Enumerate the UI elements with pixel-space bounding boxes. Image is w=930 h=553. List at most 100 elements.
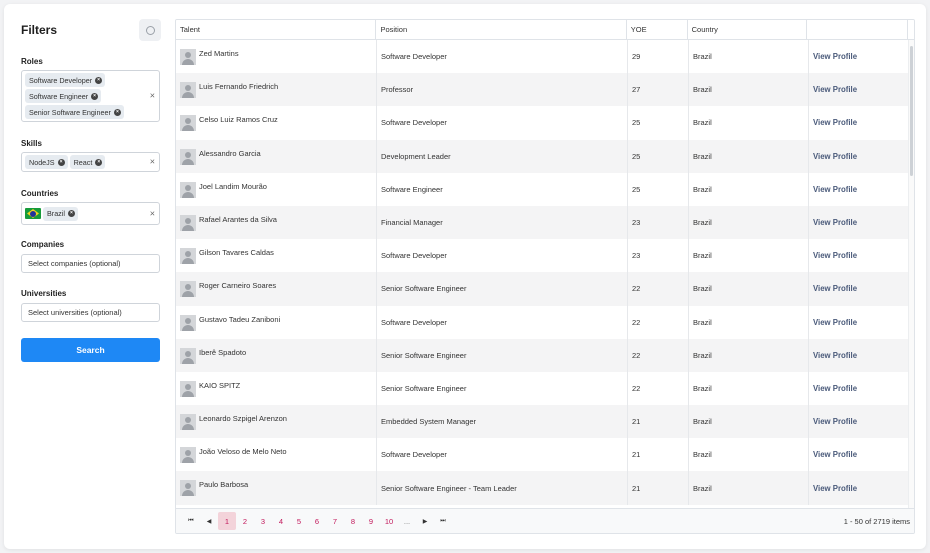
remove-chip-icon[interactable]: × [91, 92, 99, 100]
clear-skills-icon[interactable]: × [150, 157, 155, 167]
roles-label: Roles [21, 57, 43, 66]
view-profile-link[interactable]: View Profile [813, 384, 857, 393]
last-page-icon[interactable]: ⏭ [434, 512, 452, 530]
yoe-cell: 27 [628, 73, 689, 107]
view-profile-link[interactable]: View Profile [813, 484, 857, 493]
column-header-spacer [908, 20, 914, 39]
page-number-button[interactable]: 8 [344, 512, 362, 530]
page-ellipsis[interactable]: ... [398, 512, 416, 530]
reset-filters-button[interactable] [139, 19, 161, 41]
yoe-cell: 23 [628, 205, 689, 240]
talent-cell: Zed Martins [176, 40, 377, 74]
first-page-icon[interactable]: ⏮ [182, 512, 200, 530]
yoe-cell: 21 [628, 471, 689, 505]
avatar-icon [180, 314, 196, 331]
avatar-icon [180, 248, 196, 265]
position-cell: Senior Software Engineer [377, 272, 628, 306]
avatar-icon [180, 480, 196, 497]
country-cell: Brazil [689, 205, 809, 240]
search-button[interactable]: Search [21, 338, 160, 362]
view-profile-link[interactable]: View Profile [813, 351, 857, 360]
skills-multiselect[interactable]: NodeJS × React × × [21, 152, 160, 172]
remove-chip-icon[interactable]: × [67, 210, 75, 217]
table-row: Iberê Spadoto Senior Software Engineer 22 B… [176, 338, 914, 372]
talent-name: Alessandro Garcia [199, 148, 261, 158]
avatar-icon [180, 347, 196, 364]
avatar-icon [180, 115, 196, 132]
page-number-button[interactable]: 1 [218, 512, 236, 530]
view-profile-link[interactable]: View Profile [813, 152, 857, 161]
country-cell: Brazil [689, 371, 809, 406]
universities-input[interactable] [21, 303, 160, 322]
talent-cell: Gilson Tavares Caldas [176, 239, 377, 273]
scrollbar-thumb[interactable] [910, 46, 913, 176]
view-profile-link[interactable]: View Profile [813, 284, 857, 293]
view-profile-link[interactable]: View Profile [813, 417, 857, 426]
view-profile-link[interactable]: View Profile [813, 52, 857, 61]
yoe-cell: 21 [628, 405, 689, 439]
pagination-info: 1 - 50 of 2719 items [843, 516, 910, 526]
next-page-icon[interactable]: ▶ [416, 512, 434, 530]
column-header-yoe[interactable]: YOE [627, 20, 688, 39]
talent-cell: Alessandro Garcia [176, 139, 377, 173]
talent-name: Rafael Arantes da Silva [199, 214, 277, 224]
talent-name: Zed Martins [199, 49, 239, 58]
table-row: Luis Fernando Friedrich Professor 27 Brazil… [176, 73, 914, 107]
pagination-bar: ⏮ ◀ 1 2 3 4 5 6 7 8 9 10... ▶ ⏭ 1 - 50 of 2719 it… [176, 508, 914, 533]
remove-chip-icon[interactable]: × [95, 76, 103, 84]
yoe-cell: 25 [628, 172, 689, 206]
column-header-country[interactable]: Country [688, 20, 808, 39]
page-number-button[interactable]: 5 [290, 512, 308, 530]
main-card: Filters Roles Software Developer × Softwa… [4, 4, 926, 549]
country-cell: Brazil [689, 272, 809, 306]
role-chip: Software Developer × [25, 73, 106, 87]
prev-page-icon[interactable]: ◀ [200, 512, 218, 530]
column-header-talent[interactable]: Talent [176, 20, 377, 39]
page-number-button[interactable]: 6 [308, 512, 326, 530]
country-cell: Brazil [689, 172, 809, 206]
talent-cell: João Veloso de Melo Neto [176, 438, 377, 472]
talent-name: Leonardo Szpigel Arenzon [199, 414, 287, 424]
page-number-button[interactable]: 2 [236, 512, 254, 530]
actions-cell: View Profile [809, 73, 910, 106]
table-row: Celso Luiz Ramos Cruz Software Developer 2… [176, 106, 914, 140]
page-number-button[interactable]: 4 [272, 512, 290, 530]
view-profile-link[interactable]: View Profile [813, 85, 857, 94]
actions-cell: View Profile [809, 140, 910, 173]
roles-multiselect[interactable]: Software Developer × Software Engineer × S… [21, 70, 160, 122]
view-profile-link[interactable]: View Profile [813, 118, 857, 127]
view-profile-link[interactable]: View Profile [813, 318, 857, 327]
page-number-button[interactable]: 9 [362, 512, 380, 530]
talent-grid: Talent Position YOE Country Zed Martins S… [175, 19, 915, 534]
view-profile-link[interactable]: View Profile [813, 450, 857, 459]
remove-chip-icon[interactable]: × [57, 158, 65, 166]
country-cell: Brazil [689, 471, 809, 505]
clear-roles-icon[interactable]: × [150, 91, 155, 101]
avatar-icon [180, 148, 196, 165]
talent-name: Luis Fernando Friedrich [199, 82, 279, 92]
talent-name: Gilson Tavares Caldas [199, 248, 274, 258]
remove-chip-icon[interactable]: × [113, 108, 121, 116]
actions-cell: View Profile [809, 40, 910, 73]
view-profile-link[interactable]: View Profile [813, 251, 857, 260]
view-profile-link[interactable]: View Profile [813, 185, 857, 194]
avatar-icon [180, 447, 196, 464]
avatar-icon [180, 181, 196, 198]
page-number-button[interactable]: 10 [380, 512, 398, 530]
remove-chip-icon[interactable]: × [95, 158, 103, 166]
companies-input[interactable] [21, 254, 160, 273]
table-row: Gustavo Tadeu Zaniboni Software Developer… [176, 305, 914, 339]
countries-multiselect[interactable]: Brazil × × [21, 202, 160, 225]
column-header-position[interactable]: Position [376, 20, 627, 39]
vertical-scrollbar[interactable] [908, 40, 914, 509]
page-number-button[interactable]: 7 [326, 512, 344, 530]
country-cell: Brazil [689, 338, 809, 372]
clear-countries-icon[interactable]: × [150, 209, 155, 218]
position-cell: Embedded System Manager [377, 405, 628, 439]
page-number-button[interactable]: 3 [254, 512, 272, 530]
view-profile-link[interactable]: View Profile [813, 218, 857, 227]
talent-name: Roger Carneiro Soares [199, 281, 277, 291]
table-row: Alessandro Garcia Development Leader 25 Bra… [176, 139, 914, 173]
talent-name: Joel Landim Mourão [199, 181, 267, 191]
position-cell: Development Leader [377, 139, 628, 173]
